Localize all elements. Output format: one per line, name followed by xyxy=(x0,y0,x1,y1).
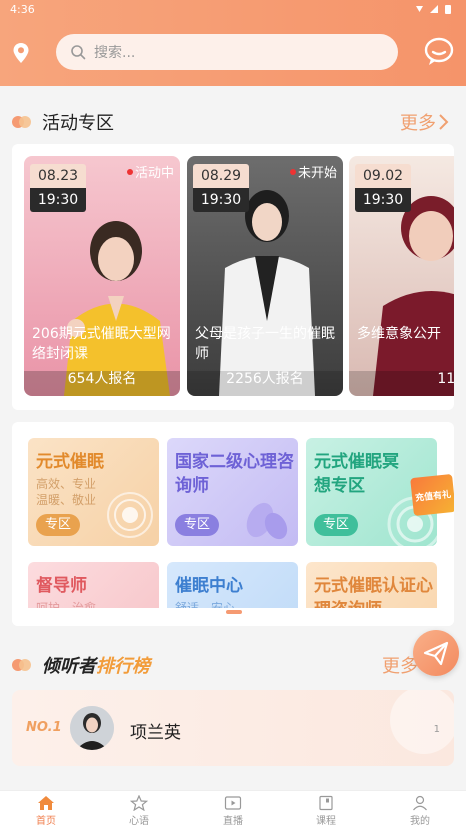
search-input[interactable]: 搜索... xyxy=(56,34,398,70)
activity-date: 09.02 xyxy=(355,164,411,188)
page-indicator xyxy=(226,610,242,614)
activity-date: 08.29 xyxy=(193,164,249,188)
home-icon xyxy=(38,796,54,810)
activity-more-label: 更多 xyxy=(400,113,436,134)
book-icon xyxy=(319,795,333,811)
category-tile-hypnosis[interactable]: 元式催眠 高效、专业 温暖、敬业 专区 xyxy=(28,438,159,546)
tab-home[interactable]: 首页 xyxy=(16,795,76,827)
tab-profile[interactable]: 我的 xyxy=(390,795,450,827)
category-title: 催眠中心 xyxy=(175,576,243,596)
category-badge: 专区 xyxy=(175,514,219,536)
search-placeholder: 搜索... xyxy=(94,45,136,61)
tab-label: 直播 xyxy=(223,816,243,827)
status-dot-icon xyxy=(126,168,133,175)
ranking-name: 项兰英 xyxy=(130,723,181,743)
promo-tag-label: 充值有礼 xyxy=(414,489,452,504)
tab-heart-talk[interactable]: 心语 xyxy=(109,795,169,827)
tab-label: 首页 xyxy=(36,816,56,827)
ranking-section-title: 倾听者排行榜 xyxy=(42,652,150,678)
star-icon xyxy=(130,795,148,811)
ranking-section-header: 倾听者排行榜 更多 xyxy=(12,650,454,680)
tab-live[interactable]: 直播 xyxy=(203,795,263,827)
ranking-count: 1 xyxy=(433,724,440,735)
category-subtitle-line: 温暖、敬业 xyxy=(36,493,97,507)
publish-fab[interactable] xyxy=(413,630,459,676)
activity-section-header: 活动专区 更多 xyxy=(12,107,454,137)
category-badge: 专区 xyxy=(314,514,358,536)
activity-date: 08.23 xyxy=(30,164,86,188)
activity-card[interactable]: 08.29 19:30 未开始 父母是孩子一生的催眠师 2256人报名 xyxy=(187,156,343,396)
category-grid: 元式催眠 高效、专业 温暖、敬业 专区 国家二级心理咨询师 专区 元式催眠冥想专… xyxy=(12,422,454,626)
activity-status: 活动中 xyxy=(126,162,174,181)
activity-date-box: 09.02 19:30 xyxy=(355,164,411,212)
activity-status-label: 未开始 xyxy=(297,166,337,181)
activity-registered: 654人报名 xyxy=(67,371,137,387)
activity-title: 父母是孩子一生的催眠师 xyxy=(195,326,335,362)
activity-registered: 2256人报名 xyxy=(226,371,304,387)
activity-section-title: 活动专区 xyxy=(42,113,114,134)
category-title: 元式催眠 xyxy=(36,452,104,472)
header-bar: 4:36 搜索... xyxy=(0,0,466,86)
tab-courses[interactable]: 课程 xyxy=(296,795,356,827)
activity-status-label: 活动中 xyxy=(134,166,174,181)
activity-status: 未开始 xyxy=(289,162,337,181)
tab-label: 心语 xyxy=(129,816,149,827)
activity-carousel[interactable]: 08.23 19:30 活动中 206期元式催眠大型网络封闭课 654人报名 0… xyxy=(12,144,454,410)
status-icons xyxy=(414,3,458,18)
avatar xyxy=(70,706,114,750)
search-icon xyxy=(71,45,86,60)
leaf-icon xyxy=(246,502,288,540)
category-badge: 专区 xyxy=(36,514,80,536)
activity-time: 19:30 xyxy=(355,188,411,212)
activity-date-box: 08.23 19:30 xyxy=(30,164,86,212)
paper-plane-icon xyxy=(423,641,449,666)
promo-tag[interactable]: 充值有礼 xyxy=(410,473,454,517)
activity-card[interactable]: 08.23 19:30 活动中 206期元式催眠大型网络封闭课 654人报名 xyxy=(24,156,180,396)
bottom-tab-bar: 首页 心语 直播 课程 我的 xyxy=(0,790,466,830)
activity-more-link[interactable]: 更多 xyxy=(400,109,450,135)
activity-date-box: 08.29 19:30 xyxy=(193,164,249,212)
rank-number: NO.1 xyxy=(26,720,62,735)
ranking-row[interactable]: NO.1 项兰英 1 xyxy=(12,690,454,766)
message-icon[interactable] xyxy=(423,37,455,67)
section-dots-icon xyxy=(12,658,34,672)
activity-registered: 1100人报 xyxy=(437,371,454,387)
section-dots-icon xyxy=(12,115,34,129)
status-time: 4:36 xyxy=(10,3,35,16)
chevron-right-icon xyxy=(439,114,449,130)
tab-label: 我的 xyxy=(410,816,430,827)
user-icon xyxy=(413,795,427,811)
category-title: 督导师 xyxy=(36,576,87,596)
ripple-icon xyxy=(107,492,153,538)
category-tile-counselor[interactable]: 国家二级心理咨询师 专区 xyxy=(167,438,298,546)
status-dot-icon xyxy=(289,168,296,175)
activity-title: 206期元式催眠大型网络封闭课 xyxy=(32,326,171,362)
category-subtitle-line: 高效、专业 xyxy=(36,477,97,491)
ranking-title-accent: 排行榜 xyxy=(96,656,150,677)
activity-time: 19:30 xyxy=(193,188,249,212)
tab-label: 课程 xyxy=(316,816,336,827)
activity-time: 19:30 xyxy=(30,188,86,212)
category-subtitle: 高效、专业 温暖、敬业 xyxy=(36,476,96,508)
activity-card[interactable]: 09.02 19:30 多维意象公开 1100人报 xyxy=(349,156,454,396)
location-icon[interactable] xyxy=(9,41,33,65)
video-icon xyxy=(224,796,242,810)
ranking-title-main: 倾听者 xyxy=(42,656,96,677)
category-title: 国家二级心理咨询师 xyxy=(175,452,294,496)
activity-title: 多维意象公开 xyxy=(357,326,441,342)
